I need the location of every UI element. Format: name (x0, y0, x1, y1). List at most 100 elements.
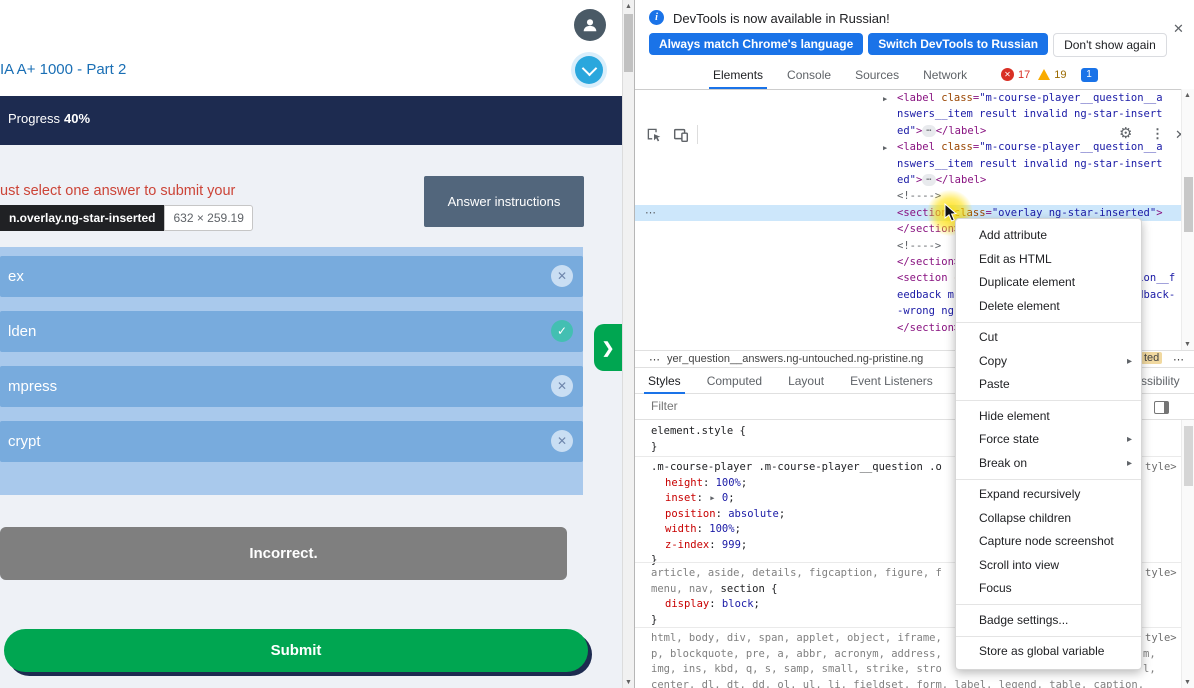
dom-tree-line[interactable]: nswers__item result invalid ng-star-inse… (897, 156, 1163, 172)
menu-item-capture-node-screenshot[interactable]: Capture node screenshot (956, 530, 1141, 554)
scroll-down-arrow[interactable]: ▼ (623, 676, 634, 688)
submenu-arrow-icon: ▸ (1126, 457, 1132, 469)
css-line: height: 100%; (665, 476, 748, 489)
more-actions-ellipsis[interactable]: ⋯ (645, 205, 656, 221)
dom-tree-line[interactable]: ▶ <label class="m-course-player__question… (883, 90, 1163, 106)
menu-separator (956, 604, 1141, 605)
x-icon: ✕ (551, 375, 573, 397)
dom-tree-line[interactable]: </section> (897, 254, 960, 270)
check-icon: ✓ (551, 320, 573, 342)
menu-item-copy[interactable]: Copy ▸ (956, 350, 1141, 374)
css-line-fragment: l, (1143, 663, 1156, 675)
scrollbar-thumb[interactable] (1184, 177, 1193, 232)
tab-event-listeners[interactable]: Event Listeners (837, 368, 946, 394)
scroll-down-arrow[interactable]: ▼ (1182, 676, 1193, 688)
menu-separator (956, 635, 1141, 637)
tab-computed[interactable]: Computed (694, 368, 775, 394)
tab-accessibility-fragment[interactable]: ssibility (1141, 374, 1180, 388)
dom-tree-line[interactable]: </section> (897, 320, 960, 336)
css-line: } (651, 613, 658, 626)
menu-item-store-as-global-variable[interactable]: Store as global variable (956, 640, 1141, 664)
answer-label: lden (8, 323, 37, 340)
menu-item-edit-as-html[interactable]: Edit as HTML (956, 248, 1141, 272)
answer-label: ex (8, 268, 24, 285)
stylesheet-link[interactable]: tyle> (1145, 566, 1177, 582)
menu-separator (956, 478, 1141, 480)
avatar[interactable] (574, 9, 606, 41)
inspect-tooltip-dimensions: 632 × 259.19 (164, 205, 253, 231)
progress-value: 40% (64, 111, 91, 126)
breadcrumb[interactable]: yer_question__answers.ng-untouched.ng-pr… (667, 353, 923, 365)
devtools-panel: i DevTools is now available in Russian! … (634, 0, 1194, 688)
scrollbar-thumb[interactable] (624, 14, 633, 72)
collapse-header-button[interactable] (575, 56, 603, 84)
inspect-tooltip: n.overlay.ng-star-inserted 632 × 259.19 (0, 205, 253, 231)
menu-item-paste[interactable]: Paste (956, 373, 1141, 397)
chevron-right-icon: ❯ (601, 339, 615, 357)
scroll-up-arrow[interactable]: ▲ (623, 0, 634, 12)
css-line: z-index: 999; (665, 538, 748, 551)
menu-item-badge-settings[interactable]: Badge settings... (956, 609, 1141, 633)
sidebar-toggle-icon[interactable] (1154, 401, 1169, 414)
css-line: center, dl, dt, dd, ol, ul, li, fieldset… (651, 678, 1145, 688)
feedback-banner: Incorrect. (0, 527, 567, 580)
next-panel-button[interactable]: ❯ (594, 324, 622, 371)
scrollbar-thumb[interactable] (1184, 426, 1193, 486)
css-line-fragment: m, (1143, 647, 1156, 660)
answer-instructions-button[interactable]: Answer instructions (424, 176, 584, 227)
page-scrollbar[interactable]: ▲ ▼ (622, 0, 634, 688)
scroll-up-arrow[interactable]: ▲ (1182, 89, 1193, 101)
breadcrumb-overflow-right[interactable]: ⋯ (1173, 353, 1184, 366)
tab-layout[interactable]: Layout (775, 368, 837, 394)
expand-arrow-icon[interactable]: ▶ (883, 91, 887, 107)
progress-label: Progress 40% (8, 111, 91, 126)
css-line: html, body, div, span, applet, object, i… (651, 632, 942, 644)
menu-item-expand-recursively[interactable]: Expand recursively (956, 483, 1141, 507)
menu-item-add-attribute[interactable]: Add attribute (956, 224, 1141, 248)
menu-separator (956, 321, 1141, 323)
dom-tree-line[interactable]: -wrong ng- (897, 303, 960, 319)
scroll-down-arrow[interactable]: ▼ (1182, 338, 1193, 350)
stylesheet-link[interactable]: tyle> (1145, 631, 1177, 647)
tab-styles[interactable]: Styles (635, 368, 694, 394)
dom-tree-line[interactable]: nswers__item result invalid ng-star-inse… (897, 106, 1163, 122)
answer-option[interactable]: lden ✓ (0, 311, 583, 352)
menu-item-duplicate-element[interactable]: Duplicate element (956, 271, 1141, 295)
chevron-down-icon (581, 60, 597, 76)
dom-tree-line[interactable]: ed"> ⋯ </label> (897, 123, 986, 139)
breadcrumb-selected-crumb[interactable]: ted (1141, 352, 1163, 364)
progress-section: Progress 40% (0, 96, 622, 224)
css-line: inset: ▸ 0; (665, 492, 735, 504)
menu-item-focus[interactable]: Focus (956, 577, 1141, 601)
answer-option[interactable]: crypt ✕ (0, 421, 583, 462)
answer-option[interactable]: ex ✕ (0, 256, 583, 297)
menu-item-force-state[interactable]: Force state ▸ (956, 428, 1141, 452)
css-line: } (651, 440, 658, 453)
menu-item-cut[interactable]: Cut (956, 326, 1141, 350)
dom-tree-line[interactable]: ed"> ⋯ </label> (897, 172, 986, 188)
submenu-arrow-icon: ▸ (1126, 434, 1132, 445)
expand-arrow-icon[interactable]: ▶ (883, 140, 887, 156)
answer-label: crypt (8, 433, 41, 450)
menu-item-break-on[interactable]: Break on ▸ (956, 452, 1141, 476)
menu-item-collapse-children[interactable]: Collapse children (956, 507, 1141, 531)
screen: IA A+ 1000 - Part 2 Progress 40% ust sele… (0, 0, 1194, 688)
styles-scrollbar[interactable]: ▼ (1181, 420, 1194, 688)
elements-scrollbar[interactable]: ▲ ▼ (1181, 89, 1194, 350)
answer-option[interactable]: mpress ✕ (0, 366, 583, 407)
menu-item-delete-element[interactable]: Delete element (956, 295, 1141, 319)
css-line: menu, nav, section { (651, 582, 778, 595)
css-line: } (651, 554, 658, 566)
stylesheet-link[interactable]: tyle> (1145, 460, 1177, 476)
breadcrumb-overflow-left[interactable]: ⋯ (649, 353, 660, 366)
dom-tree-line[interactable]: ▶ <label class="m-course-player__question… (883, 139, 1163, 155)
menu-item-scroll-into-view[interactable]: Scroll into view (956, 554, 1141, 578)
context-menu: Add attribute Edit as HTML Duplicate eleme… (955, 218, 1142, 670)
submit-button[interactable]: Submit (4, 629, 588, 672)
filter-input[interactable] (649, 398, 933, 414)
dom-tree-line[interactable]: <!----> (897, 238, 941, 254)
menu-item-hide-element[interactable]: Hide element (956, 405, 1141, 429)
answers-list: ex ✕ lden ✓ mpress ✕ crypt ✕ (0, 247, 583, 495)
answer-label: mpress (8, 378, 58, 395)
feedback-text: Incorrect. (249, 545, 318, 562)
